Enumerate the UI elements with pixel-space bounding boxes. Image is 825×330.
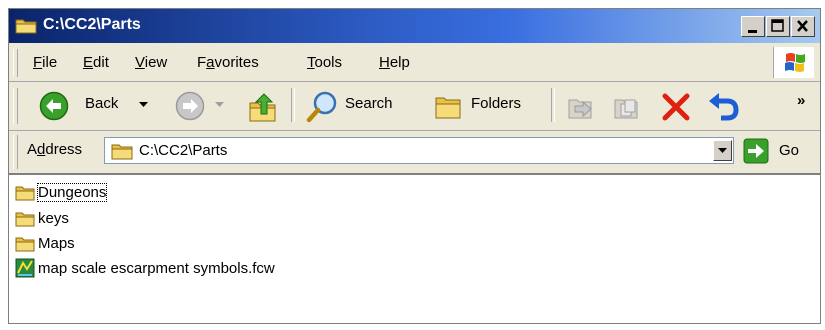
- window-title: C:\CC2\Parts: [43, 16, 141, 33]
- toolbar-overflow-chevron[interactable]: »: [797, 92, 805, 109]
- menu-favorites-label: vorites: [214, 54, 259, 71]
- search-label: Search: [345, 95, 393, 112]
- file-name: map scale escarpment symbols.fcw: [38, 259, 275, 277]
- address-input[interactable]: C:\CC2\Parts: [104, 137, 734, 164]
- folder-icon: [15, 186, 35, 200]
- go-label: Go: [779, 142, 800, 159]
- list-item[interactable]: Maps: [15, 232, 75, 254]
- windows-flag-icon: [785, 53, 805, 72]
- undo-icon[interactable]: [707, 91, 741, 123]
- menu-edit[interactable]: Edit: [83, 54, 109, 71]
- menu-tools-label: ools: [314, 54, 343, 71]
- menu-view-accel: V: [135, 54, 145, 71]
- menu-edit-accel: E: [83, 54, 94, 71]
- menu-file[interactable]: File: [33, 54, 57, 71]
- go-arrow-icon: [743, 138, 769, 164]
- toolbar-separator: [291, 88, 295, 122]
- address-bar: Address C:\CC2\Parts Go: [9, 131, 820, 173]
- standard-toolbar: Back Search Folders »: [9, 82, 820, 131]
- address-label: Address: [27, 141, 82, 158]
- address-value: C:\CC2\Parts: [139, 142, 228, 159]
- forward-button[interactable]: [171, 88, 231, 124]
- menu-tools-accel: T: [307, 54, 315, 71]
- menu-help-label: elp: [389, 54, 410, 71]
- list-item[interactable]: keys: [15, 207, 69, 229]
- maximize-icon: [771, 19, 784, 32]
- menu-file-label: ile: [42, 54, 58, 71]
- list-item[interactable]: Dungeons: [15, 181, 108, 203]
- fcw-file-icon: [15, 258, 35, 278]
- back-arrow-icon: [39, 91, 69, 121]
- forward-dropdown-icon: [215, 102, 224, 107]
- toolbar-grip[interactable]: [13, 88, 18, 124]
- file-name: keys: [38, 209, 69, 227]
- menu-favorites-pre: F: [197, 54, 207, 71]
- forward-arrow-icon: [175, 91, 205, 121]
- minimize-icon: [748, 30, 757, 33]
- menu-favorites-accel: a: [206, 54, 215, 71]
- explorer-window: C:\CC2\Parts File Edit View Favorites To…: [8, 8, 821, 324]
- back-dropdown-icon: [139, 102, 148, 107]
- address-grip[interactable]: [13, 135, 18, 169]
- folder-icon: [15, 237, 35, 251]
- move-to-icon[interactable]: [565, 92, 595, 122]
- folder-icon: [111, 144, 133, 160]
- menu-grip[interactable]: [13, 49, 18, 77]
- folders-label: Folders: [471, 95, 522, 112]
- up-folder-icon[interactable]: [247, 92, 279, 124]
- close-icon: [797, 20, 808, 32]
- menu-bar: File Edit View Favorites Tools Help: [9, 45, 820, 82]
- menu-help[interactable]: Help: [379, 54, 410, 71]
- menu-edit-label: dit: [93, 54, 109, 71]
- copy-to-icon[interactable]: [611, 92, 641, 122]
- address-dropdown-button[interactable]: [713, 140, 732, 161]
- address-label-rest: dress: [45, 141, 83, 158]
- close-button[interactable]: [791, 16, 815, 37]
- menu-favorites[interactable]: Favorites: [197, 54, 259, 71]
- file-name: Dungeons: [36, 182, 108, 202]
- maximize-button[interactable]: [766, 16, 790, 37]
- menu-tools[interactable]: Tools: [307, 54, 342, 71]
- go-button[interactable]: Go: [741, 136, 811, 166]
- folders-button[interactable]: Folders: [427, 88, 547, 124]
- back-label: Back: [85, 95, 119, 112]
- menu-view[interactable]: View: [135, 54, 167, 71]
- back-button[interactable]: Back: [31, 88, 171, 124]
- toolbar-separator: [551, 88, 555, 122]
- windows-logo: [773, 47, 814, 78]
- folder-icon: [15, 212, 35, 226]
- minimize-button[interactable]: [741, 16, 765, 37]
- folder-icon: [15, 19, 37, 34]
- chevron-down-icon: [718, 148, 727, 153]
- delete-icon[interactable]: [661, 92, 691, 122]
- file-list: Dungeons keys Maps map scale escarpment …: [9, 173, 820, 323]
- file-name: Maps: [38, 234, 75, 252]
- folders-icon: [435, 97, 461, 119]
- list-item[interactable]: map scale escarpment symbols.fcw: [15, 257, 275, 279]
- title-bar[interactable]: C:\CC2\Parts: [9, 9, 820, 43]
- menu-view-label: iew: [144, 54, 168, 71]
- menu-help-accel: H: [379, 54, 390, 71]
- menu-file-accel: F: [33, 54, 43, 71]
- address-label-pre: A: [27, 141, 38, 158]
- search-button[interactable]: Search: [301, 88, 423, 124]
- search-icon: [306, 91, 337, 123]
